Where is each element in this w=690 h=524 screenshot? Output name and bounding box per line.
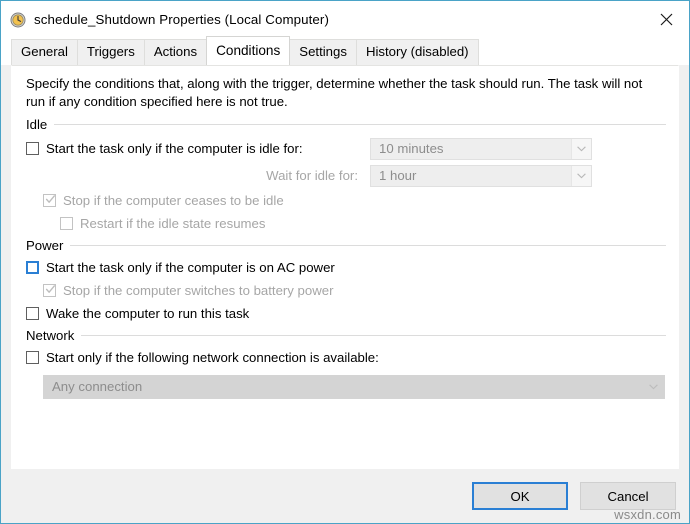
row-stop-if-ceases-idle: Stop if the computer ceases to be idle	[43, 189, 670, 212]
checkbox-start-if-ac-power-label: Start the task only if the computer is o…	[46, 259, 335, 275]
label-wait-for-idle: Wait for idle for:	[266, 167, 358, 183]
close-icon[interactable]	[643, 1, 689, 37]
checkbox-stop-if-ceases-idle-label: Stop if the computer ceases to be idle	[63, 192, 284, 208]
combo-network-connection: Any connection	[43, 374, 665, 399]
combo-wait-duration-value: 1 hour	[379, 168, 417, 183]
combo-network-connection-value: Any connection	[52, 379, 143, 394]
chevron-down-icon	[642, 376, 664, 398]
checkbox-stop-if-ceases-idle	[43, 194, 56, 207]
checkbox-start-if-idle[interactable]	[26, 142, 39, 155]
tab-settings[interactable]: Settings	[289, 39, 357, 65]
checkbox-restart-if-idle-resumes-label: Restart if the idle state resumes	[80, 215, 266, 231]
tab-history[interactable]: History (disabled)	[355, 39, 479, 65]
checkbox-stop-if-battery	[43, 284, 56, 297]
chevron-down-icon	[571, 165, 591, 186]
tab-strip: General Triggers Actions Conditions Sett…	[1, 36, 689, 65]
checkbox-start-if-idle-label: Start the task only if the computer is i…	[46, 140, 303, 156]
row-network-connection: Any connection	[43, 373, 670, 400]
watermark: wsxdn.com	[614, 507, 681, 522]
clock-icon	[10, 12, 26, 28]
row-restart-if-idle-resumes: Restart if the idle state resumes	[60, 212, 670, 235]
combo-idle-duration-value: 10 minutes	[379, 141, 444, 156]
checkbox-start-if-network-label: Start only if the following network conn…	[46, 349, 379, 365]
group-power-rule	[70, 245, 666, 246]
combo-idle-duration[interactable]: 10 minutes	[370, 137, 592, 160]
tab-actions[interactable]: Actions	[143, 39, 208, 65]
group-power-header: Power	[26, 237, 670, 254]
checkbox-start-if-network[interactable]	[26, 351, 39, 364]
group-power-title: Power	[26, 238, 64, 253]
row-start-if-idle-label-slot: Start the task only if the computer is i…	[26, 137, 370, 160]
check-mark-icon	[45, 284, 56, 297]
group-network-header: Network	[26, 327, 670, 344]
conditions-description: Specify the conditions that, along with …	[26, 76, 643, 109]
checkbox-wake-computer-label: Wake the computer to run this task	[46, 305, 250, 321]
group-idle: Idle Start the task only if the computer…	[26, 116, 670, 235]
task-properties-dialog: schedule_Shutdown Properties (Local Comp…	[0, 0, 690, 524]
group-network-title: Network	[26, 328, 75, 343]
group-network: Network Start only if the following netw…	[26, 327, 670, 400]
group-idle-title: Idle	[26, 117, 48, 132]
tab-triggers[interactable]: Triggers	[76, 39, 145, 65]
chevron-down-icon	[571, 138, 591, 159]
check-mark-icon	[45, 194, 56, 207]
combo-wait-duration[interactable]: 1 hour	[370, 164, 592, 187]
row-start-if-ac-power: Start the task only if the computer is o…	[26, 256, 670, 279]
row-start-if-network: Start only if the following network conn…	[26, 346, 670, 369]
dialog-footer: OK Cancel wsxdn.com	[1, 469, 689, 523]
checkbox-restart-if-idle-resumes	[60, 217, 73, 230]
tab-conditions[interactable]: Conditions	[206, 36, 291, 65]
row-stop-if-battery: Stop if the computer switches to battery…	[43, 279, 670, 302]
row-wait-for-idle-label-slot: Wait for idle for:	[26, 164, 370, 187]
group-idle-rule	[54, 124, 666, 125]
checkbox-wake-computer[interactable]	[26, 307, 39, 320]
row-start-if-idle: Start the task only if the computer is i…	[26, 135, 670, 162]
tab-general[interactable]: General	[11, 39, 78, 65]
row-wake-computer: Wake the computer to run this task	[26, 302, 670, 325]
cancel-button[interactable]: Cancel	[580, 482, 676, 510]
checkbox-stop-if-battery-label: Stop if the computer switches to battery…	[63, 282, 334, 298]
tab-panel-conditions: Specify the conditions that, along with …	[11, 65, 679, 469]
group-power: Power Start the task only if the compute…	[26, 237, 670, 325]
ok-button[interactable]: OK	[472, 482, 568, 510]
group-network-rule	[81, 335, 666, 336]
title-bar: schedule_Shutdown Properties (Local Comp…	[1, 1, 689, 38]
row-wait-for-idle: Wait for idle for: 1 hour	[26, 162, 670, 189]
checkbox-start-if-ac-power[interactable]	[26, 261, 39, 274]
window-title: schedule_Shutdown Properties (Local Comp…	[34, 12, 329, 27]
group-idle-header: Idle	[26, 116, 670, 133]
